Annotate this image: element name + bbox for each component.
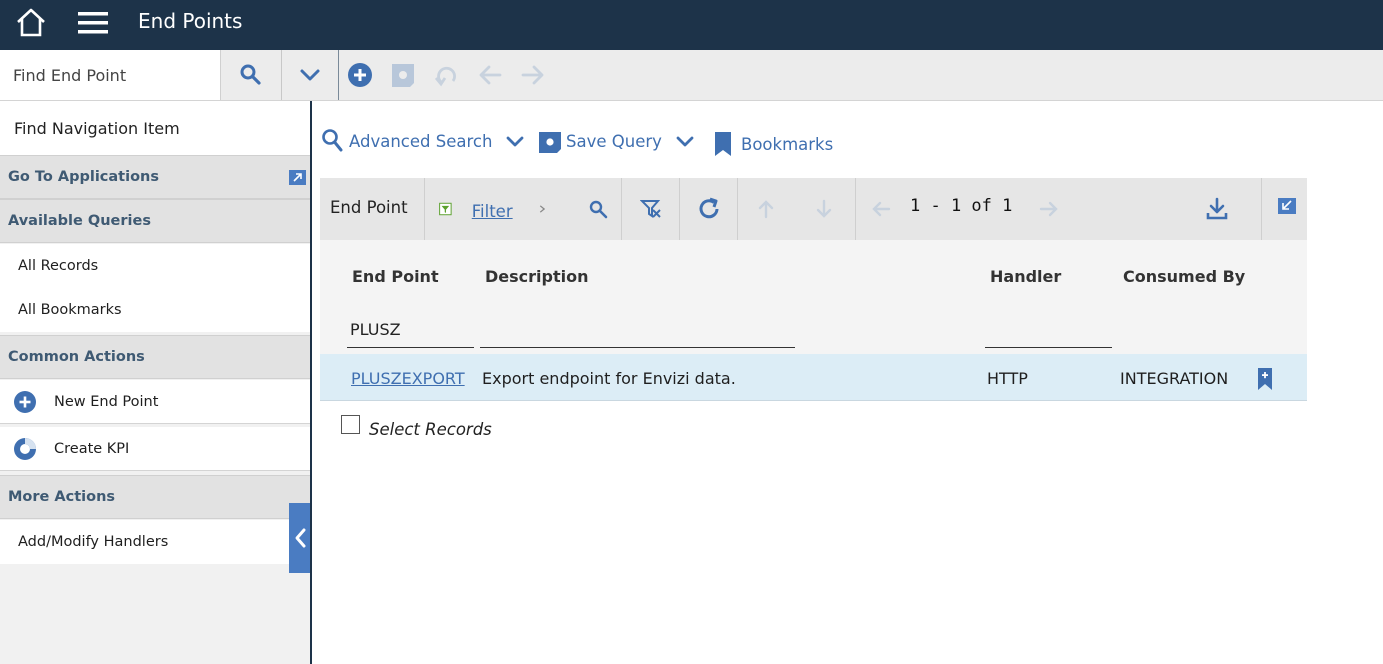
- refresh-button[interactable]: [680, 178, 737, 240]
- kpi-gauge-icon: [14, 438, 36, 460]
- sidebar-divider: [310, 101, 312, 664]
- go-to-applications-label: Go To Applications: [8, 169, 160, 185]
- chevron-down-icon[interactable]: [506, 132, 524, 150]
- find-end-point-input[interactable]: [0, 50, 220, 100]
- bookmarks-link[interactable]: Bookmarks: [713, 129, 833, 159]
- chevron-right-icon: [539, 205, 545, 213]
- search-options-dropdown[interactable]: [282, 50, 338, 100]
- arrow-left-icon: [872, 201, 891, 217]
- query-all-records[interactable]: All Records: [0, 244, 310, 288]
- search-icon: [322, 129, 343, 152]
- table-toolbar: End Point Filter 1 - 1 of 1: [320, 178, 1307, 240]
- column-header-consumed-by[interactable]: Consumed By: [1123, 267, 1245, 286]
- table-title: End Point: [330, 198, 408, 217]
- download-button[interactable]: [1202, 178, 1232, 240]
- filter-label: Filter: [471, 201, 513, 221]
- column-header-description[interactable]: Description: [485, 267, 588, 286]
- select-records-toggle[interactable]: Select Records: [341, 410, 492, 439]
- bookmark-icon: [715, 132, 731, 156]
- find-navigation-input[interactable]: [0, 101, 310, 155]
- save-query-icon: [539, 132, 561, 153]
- minimize-icon: [1278, 198, 1296, 214]
- save-query-link[interactable]: Save Query: [538, 126, 698, 156]
- find-navigation-box: [0, 101, 310, 155]
- description-filter-input[interactable]: [480, 312, 795, 348]
- previous-page-button[interactable]: [866, 178, 896, 240]
- undo-button[interactable]: [432, 50, 462, 100]
- navigation-sidebar: Go To Applications Available Queries All…: [0, 101, 310, 664]
- pagination-status: 1 - 1 of 1: [910, 196, 1013, 216]
- arrow-left-icon: [479, 65, 502, 85]
- refresh-icon: [699, 197, 718, 219]
- select-records-label: Select Records: [369, 420, 492, 439]
- filter-button[interactable]: Filter: [425, 178, 545, 240]
- find-end-point-box: [0, 50, 221, 100]
- download-icon: [1206, 197, 1228, 220]
- select-records-checkbox[interactable]: [341, 415, 360, 434]
- column-header-handler[interactable]: Handler: [990, 267, 1061, 286]
- search-icon: [589, 200, 608, 219]
- new-record-button[interactable]: [345, 50, 375, 100]
- bookmarks-label: Bookmarks: [741, 134, 834, 154]
- save-button[interactable]: [388, 50, 418, 100]
- chevron-down-icon: [300, 69, 320, 81]
- column-header-end-point[interactable]: End Point: [352, 267, 439, 286]
- advanced-search-link[interactable]: Advanced Search: [321, 126, 528, 156]
- minimize-table-button[interactable]: [1275, 178, 1299, 234]
- advanced-search-label: Advanced Search: [349, 131, 493, 151]
- save-icon: [392, 64, 414, 87]
- table-row[interactable]: PLUSZEXPORT Export endpoint for Envizi d…: [320, 354, 1307, 401]
- arrow-up-icon: [758, 200, 774, 219]
- search-icon: [240, 64, 261, 85]
- next-page-button[interactable]: [1034, 178, 1064, 240]
- move-down-button[interactable]: [796, 178, 852, 240]
- undo-icon: [434, 66, 456, 87]
- common-actions-heading: Common Actions: [0, 335, 310, 379]
- clear-filter-icon: [639, 200, 661, 218]
- consumed-by-cell: INTEGRATION: [1120, 369, 1229, 388]
- arrow-right-icon: [521, 65, 544, 85]
- new-end-point-action[interactable]: New End Point: [0, 380, 310, 424]
- add-circle-icon: [348, 63, 372, 87]
- chevron-left-icon: [295, 528, 305, 548]
- filter-icon: [439, 202, 452, 216]
- home-icon[interactable]: [14, 6, 48, 40]
- handler-filter-input[interactable]: [985, 312, 1112, 348]
- next-record-button[interactable]: [518, 50, 548, 100]
- previous-record-button[interactable]: [475, 50, 505, 100]
- query-all-bookmarks[interactable]: All Bookmarks: [0, 288, 310, 332]
- top-bar: End Points: [0, 0, 1383, 50]
- table-column-headers: End Point Description Handler Consumed B…: [320, 240, 1307, 354]
- end-point-link[interactable]: PLUSZEXPORT: [351, 369, 465, 388]
- clear-filter-button[interactable]: [622, 178, 679, 240]
- search-button[interactable]: [221, 50, 281, 100]
- description-cell: Export endpoint for Envizi data.: [482, 369, 736, 388]
- table-search-button[interactable]: [575, 178, 621, 240]
- add-circle-icon: [14, 391, 36, 413]
- page-title: End Points: [138, 9, 243, 33]
- add-bookmark-icon[interactable]: [1257, 367, 1273, 391]
- create-kpi-action[interactable]: Create KPI: [0, 427, 310, 471]
- collapse-sidebar-button[interactable]: [289, 503, 310, 573]
- arrow-down-icon: [816, 199, 832, 218]
- chevron-down-icon[interactable]: [676, 132, 694, 150]
- new-end-point-label: New End Point: [54, 394, 159, 410]
- go-to-applications-link[interactable]: Go To Applications: [0, 155, 310, 199]
- main-toolbar: [0, 50, 1383, 101]
- move-up-button[interactable]: [738, 178, 794, 240]
- save-query-label: Save Query: [566, 131, 662, 151]
- create-kpi-label: Create KPI: [54, 441, 130, 457]
- handler-cell: HTTP: [987, 369, 1028, 388]
- hamburger-menu-icon[interactable]: [76, 8, 110, 42]
- available-queries-heading: Available Queries: [0, 199, 310, 243]
- launch-icon: [289, 170, 306, 185]
- more-actions-heading: More Actions: [0, 475, 310, 519]
- add-modify-handlers-action[interactable]: Add/Modify Handlers: [0, 520, 310, 564]
- end-point-filter-input[interactable]: [347, 312, 474, 348]
- arrow-right-icon: [1039, 201, 1058, 217]
